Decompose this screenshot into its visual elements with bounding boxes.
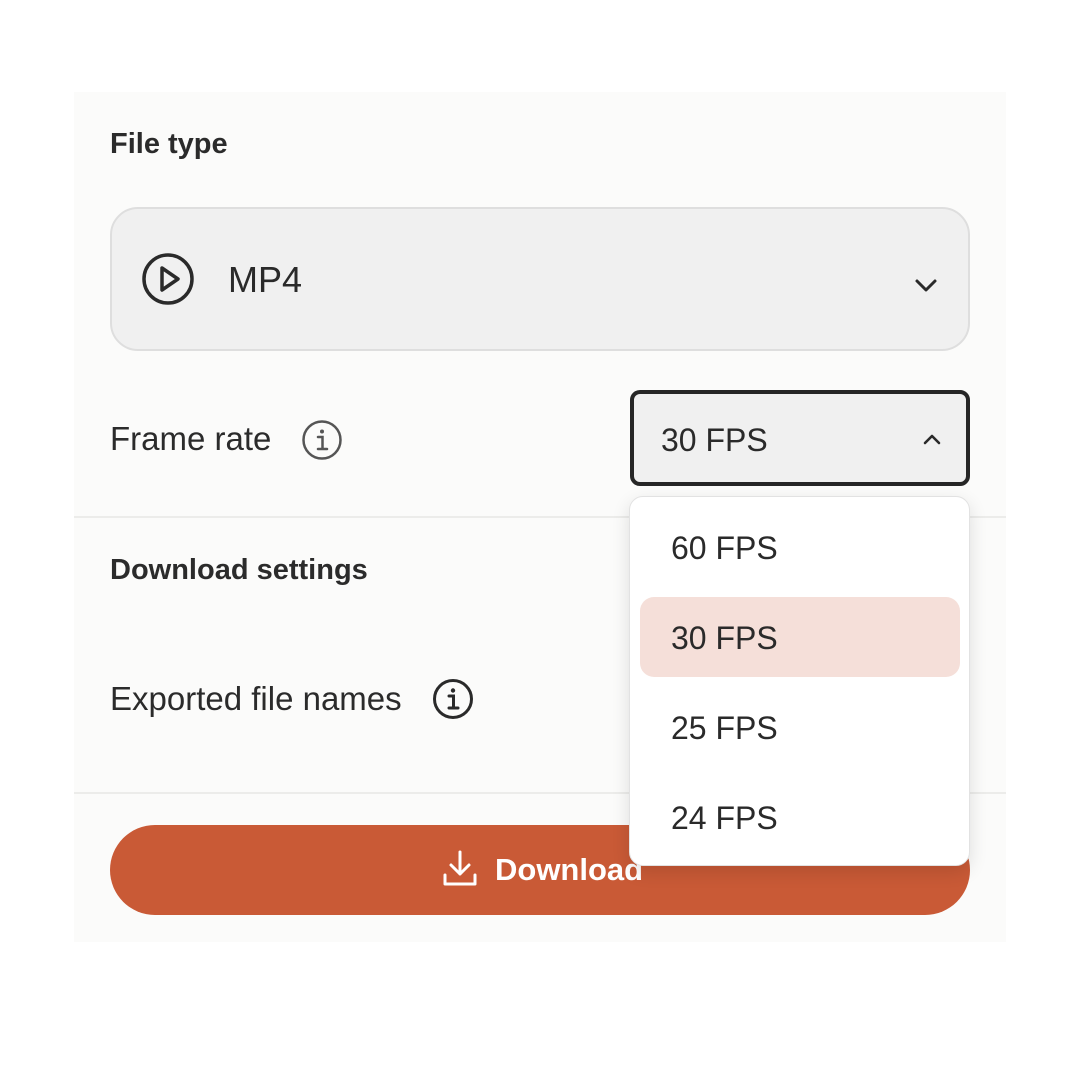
option-label: 24 FPS (671, 800, 778, 836)
exported-file-names-label: Exported file names (110, 680, 402, 717)
info-icon[interactable] (301, 419, 343, 461)
option-label: 30 FPS (671, 620, 778, 656)
info-icon[interactable] (432, 678, 474, 720)
play-circle-icon (142, 253, 194, 305)
option-label: 25 FPS (671, 710, 778, 746)
fps-option-24[interactable]: 24 FPS (640, 777, 960, 857)
fps-option-60[interactable]: 60 FPS (640, 507, 960, 587)
file-type-value: MP4 (228, 259, 303, 300)
frame-rate-value: 30 FPS (661, 422, 768, 458)
chevron-up-icon (923, 434, 941, 445)
option-label: 60 FPS (671, 530, 778, 566)
file-type-heading: File type (110, 128, 228, 160)
fps-option-30[interactable]: 30 FPS (640, 597, 960, 677)
download-icon (443, 850, 477, 886)
file-type-select[interactable]: MP4 (110, 207, 970, 351)
frame-rate-select[interactable]: 30 FPS (630, 390, 970, 486)
chevron-down-icon (915, 279, 937, 292)
download-button-label: Download (495, 852, 644, 887)
download-settings-heading: Download settings (110, 554, 368, 586)
fps-option-25[interactable]: 25 FPS (640, 687, 960, 767)
frame-rate-dropdown-menu: 60 FPS 30 FPS 25 FPS 24 FPS (629, 496, 970, 866)
frame-rate-label: Frame rate (110, 420, 272, 457)
